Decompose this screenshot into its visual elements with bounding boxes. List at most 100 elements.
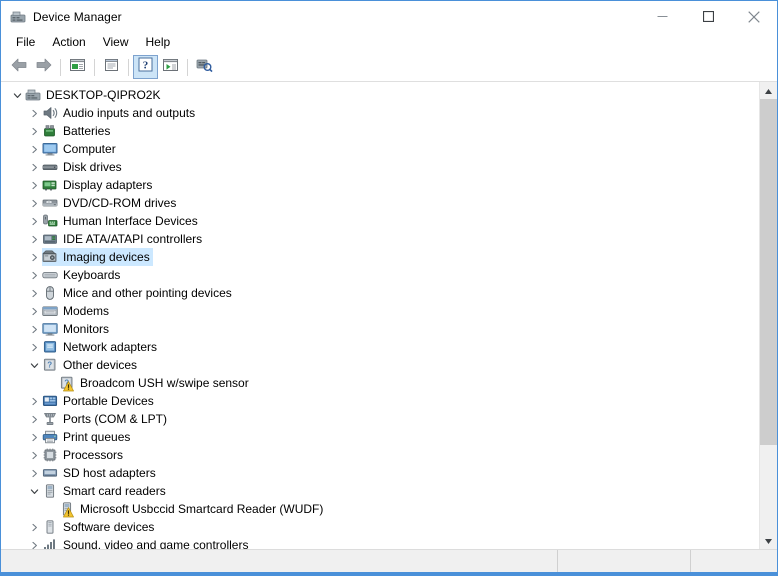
menu-item-action[interactable]: Action	[44, 33, 94, 52]
tree-item[interactable]: Sound, video and game controllers	[1, 536, 759, 549]
tree-item[interactable]: IDE ATA/ATAPI controllers	[1, 230, 759, 248]
tree-item[interactable]: Disk drives	[1, 158, 759, 176]
smartcard-device-icon	[59, 501, 75, 518]
help-icon: ?	[138, 57, 153, 77]
tree-item-label: Microsoft Usbccid Smartcard Reader (WUDF…	[80, 502, 324, 516]
tree-item[interactable]: Display adapters	[1, 176, 759, 194]
tree-item[interactable]: Monitors	[1, 320, 759, 338]
chevron-right-icon[interactable]	[26, 104, 42, 122]
chevron-right-icon[interactable]	[26, 248, 42, 266]
chevron-right-icon[interactable]	[26, 464, 42, 482]
tree-item[interactable]: Imaging devices	[1, 248, 759, 266]
tree-item[interactable]: Microsoft Usbccid Smartcard Reader (WUDF…	[1, 500, 759, 518]
status-bar	[1, 549, 777, 572]
tree-item[interactable]: Portable Devices	[1, 392, 759, 410]
vertical-scrollbar[interactable]	[759, 82, 777, 549]
scan-for-hardware-changes-button[interactable]	[192, 55, 217, 79]
tree-item[interactable]: SD host adapters	[1, 464, 759, 482]
chevron-right-icon[interactable]	[26, 320, 42, 338]
close-button[interactable]	[731, 1, 777, 32]
unknown-device-icon: ?	[59, 375, 75, 392]
chevron-right-icon[interactable]	[26, 158, 42, 176]
tree-item-content: Audio inputs and outputs	[42, 104, 198, 122]
scroll-down-button[interactable]	[760, 532, 777, 549]
chevron-right-icon[interactable]	[26, 140, 42, 158]
tree-item[interactable]: Human Interface Devices	[1, 212, 759, 230]
show-hide-console-tree-button[interactable]	[65, 55, 90, 79]
tree-item-label: Audio inputs and outputs	[63, 106, 196, 120]
chevron-right-icon[interactable]	[26, 284, 42, 302]
tree-item[interactable]: Print queues	[1, 428, 759, 446]
tree-item[interactable]: Ports (COM & LPT)	[1, 410, 759, 428]
tree-item-content: Print queues	[42, 428, 133, 446]
scroll-up-button[interactable]	[760, 82, 777, 99]
tree-item[interactable]: DVD/CD-ROM drives	[1, 194, 759, 212]
tree-item[interactable]: DESKTOP-QIPRO2K	[1, 86, 759, 104]
scan-hardware-icon	[196, 57, 213, 78]
update-driver-button[interactable]	[158, 55, 183, 79]
chevron-right-icon[interactable]	[26, 446, 42, 464]
tree-item-label: Network adapters	[63, 340, 158, 354]
chevron-right-icon[interactable]	[26, 428, 42, 446]
camera-icon	[42, 249, 58, 265]
console-tree-icon	[69, 57, 86, 78]
chevron-right-icon[interactable]	[26, 392, 42, 410]
menu-item-file[interactable]: File	[8, 33, 44, 52]
network-adapter-icon	[42, 339, 58, 355]
tree-item-content: Imaging devices	[42, 248, 153, 266]
disk-drive-icon	[42, 159, 58, 175]
menu-item-help[interactable]: Help	[138, 33, 180, 52]
chevron-right-icon[interactable]	[26, 230, 42, 248]
tree-item-label: Batteries	[63, 124, 111, 138]
chevron-right-icon[interactable]	[26, 302, 42, 320]
tree-item-content: Monitors	[42, 320, 112, 338]
tree-item[interactable]: Processors	[1, 446, 759, 464]
chevron-right-icon[interactable]	[26, 176, 42, 194]
forward-button[interactable]	[31, 55, 56, 79]
tree-item[interactable]: Modems	[1, 302, 759, 320]
chevron-right-icon[interactable]	[26, 338, 42, 356]
tree-item[interactable]: Computer	[1, 140, 759, 158]
chevron-right-icon[interactable]	[26, 212, 42, 230]
chevron-down-icon[interactable]	[26, 482, 42, 500]
tree-item[interactable]: Network adapters	[1, 338, 759, 356]
chevron-right-icon[interactable]	[26, 410, 42, 428]
chevron-right-icon[interactable]	[26, 194, 42, 212]
tree-item[interactable]: Batteries	[1, 122, 759, 140]
minimize-button[interactable]	[639, 1, 685, 32]
device-tree[interactable]: DESKTOP-QIPRO2K Audio inputs and outputs B…	[1, 82, 759, 549]
tree-item[interactable]: ? Other devices	[1, 356, 759, 374]
title-bar-left: Device Manager	[1, 9, 122, 25]
status-pane-mid	[558, 550, 691, 572]
chevron-right-icon[interactable]	[26, 122, 42, 140]
content-area: DESKTOP-QIPRO2K Audio inputs and outputs B…	[1, 81, 777, 549]
menu-item-view[interactable]: View	[95, 33, 138, 52]
toolbar-separator-3	[128, 58, 129, 76]
tree-item[interactable]: Mice and other pointing devices	[1, 284, 759, 302]
scrollbar-thumb[interactable]	[760, 99, 777, 445]
help-button[interactable]: ?	[133, 55, 158, 79]
svg-text:?: ?	[143, 59, 149, 71]
properties-button[interactable]	[99, 55, 124, 79]
tree-item-content: IDE ATA/ATAPI controllers	[42, 230, 205, 248]
tree-item-label: Print queues	[63, 430, 131, 444]
tree-item[interactable]: Audio inputs and outputs	[1, 104, 759, 122]
tree-item-label: Modems	[63, 304, 110, 318]
tree-item[interactable]: Keyboards	[1, 266, 759, 284]
forward-arrow-icon	[35, 57, 53, 78]
chevron-right-icon[interactable]	[26, 266, 42, 284]
tree-item[interactable]: Software devices	[1, 518, 759, 536]
chevron-down-icon[interactable]	[26, 356, 42, 374]
chevron-right-icon[interactable]	[26, 518, 42, 536]
processor-icon	[42, 447, 58, 463]
chevron-right-icon[interactable]	[26, 536, 42, 549]
tree-item-label: Software devices	[63, 520, 155, 534]
tree-item[interactable]: Smart card readers	[1, 482, 759, 500]
chevron-down-icon[interactable]	[9, 86, 25, 104]
tree-item-label: Imaging devices	[63, 250, 150, 264]
tree-item-label: Disk drives	[63, 160, 122, 174]
tree-item[interactable]: ? Broadcom USH w/swipe sensor	[1, 374, 759, 392]
tree-item-content: SD host adapters	[42, 464, 159, 482]
maximize-button[interactable]	[685, 1, 731, 32]
back-button[interactable]	[6, 55, 31, 79]
